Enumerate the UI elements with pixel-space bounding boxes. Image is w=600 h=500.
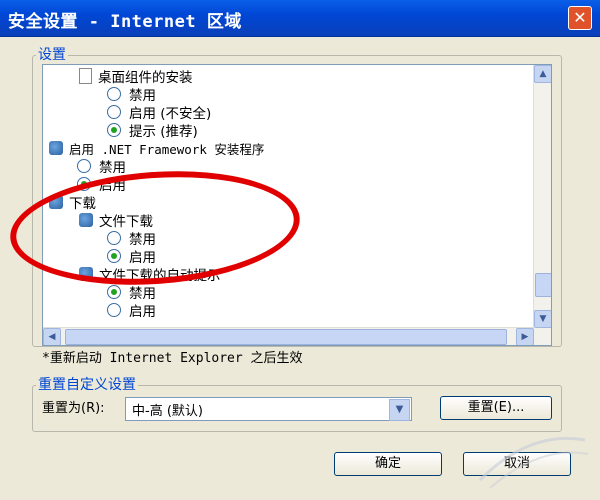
setting-label: 下载 (69, 196, 96, 212)
radio-button[interactable] (107, 123, 121, 137)
reset-group-label: 重置自定义设置 (36, 374, 138, 394)
radio-button[interactable] (107, 231, 121, 245)
chevron-down-icon[interactable]: ▼ (389, 399, 410, 421)
settings-icon (79, 213, 93, 227)
settings-icon (79, 267, 93, 281)
vertical-scrollbar[interactable]: ▲ ▼ (533, 65, 551, 345)
restart-note: *重新启动 Internet Explorer 之后生效 (42, 351, 303, 366)
setting-radio-option[interactable]: 提示 (推荐) (107, 121, 198, 140)
reset-row: 重置为(R): (42, 397, 105, 416)
setting-radio-option[interactable]: 禁用 (77, 157, 126, 176)
radio-button[interactable] (77, 177, 91, 191)
ok-button[interactable]: 确定 (334, 452, 442, 476)
setting-group-header[interactable]: 下载 (49, 193, 96, 212)
setting-label: 桌面组件的安装 (98, 70, 193, 86)
setting-group-header[interactable]: 桌面组件的安装 (79, 67, 193, 86)
setting-radio-option[interactable]: 启用 (不安全) (107, 103, 212, 122)
setting-group-header[interactable]: 文件下载 (79, 211, 153, 230)
setting-label: 禁用 (129, 286, 156, 302)
setting-label: 禁用 (129, 88, 156, 104)
setting-label: 启用 (99, 178, 126, 194)
security-settings-dialog: 安全设置 - Internet 区域 ✕ 设置 桌面组件的安装 禁用 启用 (不安全… (0, 0, 600, 500)
settings-group-label: 设置 (36, 44, 68, 64)
reset-level-select[interactable]: 中-高 (默认) ▼ (125, 397, 412, 421)
setting-label: 启用 (129, 250, 156, 266)
radio-button[interactable] (107, 87, 121, 101)
reset-level-value: 中-高 (默认) (132, 403, 203, 419)
window-title: 安全设置 - Internet 区域 (8, 12, 242, 32)
settings-list[interactable]: 桌面组件的安装 禁用 启用 (不安全) 提示 (推荐) 启用 .NET Framewor… (42, 64, 552, 346)
setting-label: 禁用 (99, 160, 126, 176)
scroll-left-button[interactable]: ◀ (43, 328, 61, 345)
setting-radio-option[interactable]: 禁用 (107, 85, 156, 104)
radio-button[interactable] (107, 249, 121, 263)
radio-button[interactable] (107, 303, 121, 317)
setting-group-header[interactable]: 文件下载的自动提示 (79, 265, 221, 284)
radio-button[interactable] (77, 159, 91, 173)
settings-icon (49, 195, 63, 209)
setting-label: 提示 (推荐) (129, 124, 198, 140)
reset-to-label: 重置为(R): (42, 401, 105, 416)
setting-radio-option[interactable]: 禁用 (107, 283, 156, 302)
vertical-scroll-thumb[interactable] (535, 273, 551, 297)
settings-icon (49, 141, 63, 155)
setting-label: 启用 (不安全) (129, 106, 212, 122)
scroll-down-button[interactable]: ▼ (534, 310, 551, 328)
radio-button[interactable] (107, 105, 121, 119)
radio-button[interactable] (107, 285, 121, 299)
reset-button[interactable]: 重置(E)... (440, 396, 552, 420)
scroll-right-button[interactable]: ▶ (516, 328, 534, 345)
setting-radio-option[interactable]: 启用 (107, 301, 156, 320)
horizontal-scrollbar[interactable]: ◀ ▶ (43, 327, 534, 345)
setting-label: 启用 (129, 304, 156, 320)
setting-radio-option[interactable]: 启用 (77, 175, 126, 194)
close-button[interactable]: ✕ (568, 6, 592, 30)
setting-radio-option[interactable]: 禁用 (107, 229, 156, 248)
cancel-button[interactable]: 取消 (463, 452, 571, 476)
horizontal-scroll-thumb[interactable] (65, 329, 507, 345)
scroll-up-button[interactable]: ▲ (534, 65, 551, 83)
title-bar[interactable]: 安全设置 - Internet 区域 ✕ (0, 0, 600, 37)
close-icon: ✕ (573, 8, 587, 27)
setting-label: 禁用 (129, 232, 156, 248)
setting-label: 启用 .NET Framework 安装程序 (69, 141, 265, 157)
page-icon (79, 68, 92, 84)
setting-radio-option[interactable]: 启用 (107, 247, 156, 266)
setting-group-header[interactable]: 启用 .NET Framework 安装程序 (49, 139, 264, 157)
setting-label: 文件下载 (99, 214, 153, 230)
setting-label: 文件下载的自动提示 (99, 268, 221, 284)
